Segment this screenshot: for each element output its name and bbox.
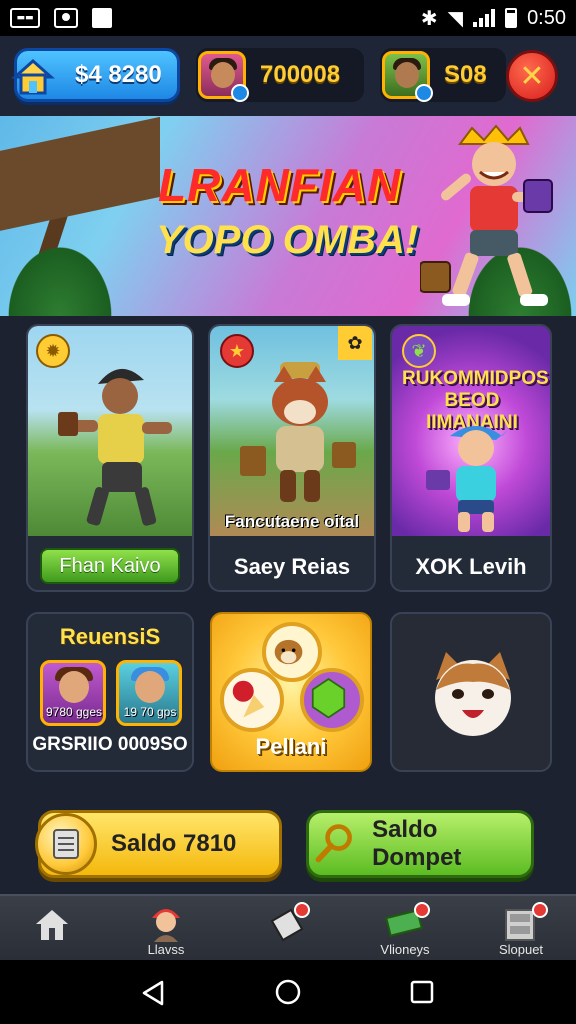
apple-cake-icon (220, 668, 284, 732)
promo-banner[interactable]: LRANFIAN YOPO OMBA! (0, 116, 576, 316)
recents-icon[interactable] (410, 980, 434, 1004)
card-title: XOK Levih (415, 554, 527, 579)
saldo-dompet-button[interactable]: Saldo Dompet (306, 810, 534, 878)
home-icon (36, 910, 68, 940)
top-hud: $4 8280 700008 S08 (0, 36, 576, 116)
notification-badge (414, 902, 430, 918)
saldo-dompet-label: Saldo Dompet (372, 816, 462, 871)
wifi-icon: ◥ (447, 7, 464, 30)
house-coin-icon (11, 58, 55, 95)
home-circle-icon[interactable] (274, 978, 302, 1006)
status-bar: ▬▬ ✱ ◥ 0:50 (0, 0, 576, 36)
player-avatar-icon (152, 909, 180, 942)
nav-tickets[interactable] (256, 896, 320, 962)
battery-icon (505, 8, 518, 28)
close-icon: ✕ (519, 58, 545, 94)
leaf-badge-icon: ❦ (402, 334, 436, 368)
game-card-saey[interactable]: ★ ✿ Fancutaene oital Saey Reias (208, 324, 376, 592)
pellani-card[interactable]: Pellani (210, 612, 372, 772)
rewards-score: GRSRIIO 0009SO (32, 734, 188, 755)
cat-card[interactable] (390, 612, 552, 772)
system-navigation-bar (0, 960, 576, 1024)
hut-roof (0, 116, 160, 236)
gem-icon (300, 668, 364, 732)
nav-label: Slopuet (498, 942, 544, 957)
reward-mini-card[interactable]: 19 70 gps (116, 660, 182, 726)
rewards-title: ReuensiS (59, 624, 161, 649)
game-card-fhan[interactable]: ✹ Fhan Kaivo (26, 324, 194, 592)
reward-mini-label: 19 70 gps (123, 705, 177, 719)
kid-character-icon (426, 426, 508, 532)
fox-character-icon (240, 362, 356, 502)
rewards-card[interactable]: ReuensiS 9780 gges 19 70 gps GRSRIIO 000… (26, 612, 194, 772)
player2-avatar[interactable] (198, 51, 249, 102)
clock: 0:50 (527, 6, 566, 29)
bluetooth-icon: ✱ (420, 7, 438, 30)
player3-avatar[interactable] (382, 51, 433, 102)
close-button[interactable]: ✕ (506, 50, 558, 102)
saldo-button[interactable]: Saldo 7810 (35, 810, 282, 878)
paw-badge-icon: ✿ (338, 326, 372, 360)
nav-shop[interactable]: Slopuet (488, 896, 554, 962)
news-icon: ▬▬ (10, 8, 40, 28)
hero-character-icon (420, 124, 553, 306)
card-overlay-text: Fancutaene oital (224, 512, 360, 531)
palm-tree (0, 236, 120, 316)
signal-icon (473, 9, 496, 27)
notification-badge (294, 902, 310, 918)
player3-score[interactable]: S08 (380, 48, 506, 102)
bluetooth-badge-icon (231, 84, 249, 102)
nav-label: Llavss (147, 942, 185, 957)
nav-players[interactable]: Llavss (134, 896, 198, 962)
nav-money[interactable]: Vlioneys (370, 896, 440, 962)
cat-face-icon (435, 652, 511, 736)
notification-badge (532, 902, 548, 918)
banner-title: LRANFIAN (158, 159, 402, 211)
player2-score-value: 700008 (260, 61, 341, 88)
bottom-navigation: Llavss Vlioneys Slopuet (0, 894, 576, 960)
coin-balance[interactable]: $4 8280 (11, 48, 180, 102)
camera-icon (54, 8, 78, 28)
warrior-character-icon (58, 368, 172, 526)
nav-label: Vlioneys (380, 942, 430, 957)
notes-icon (92, 8, 112, 28)
magnifier-key-icon (303, 813, 364, 875)
card-title: Saey Reias (233, 554, 351, 579)
play-fhan-button[interactable]: Fhan Kaivo (40, 548, 180, 584)
nav-home[interactable] (20, 896, 84, 962)
back-icon[interactable] (142, 980, 166, 1006)
player2-score[interactable]: 700008 (196, 48, 364, 102)
player3-score-value: S08 (444, 61, 487, 88)
reward-mini-card[interactable]: 9780 gges (40, 660, 106, 726)
game-card-xok[interactable]: ❦ RUKOMMIDPOSI BEOD IIMANAINI XOK Levih (390, 324, 552, 592)
saldo-label: Saldo 7810 (111, 830, 237, 857)
bluetooth-badge-icon (415, 84, 433, 102)
coin-value: $4 8280 (75, 61, 162, 88)
wallet-icon (35, 813, 97, 875)
banner-subtitle: YOPO OMBA! (156, 218, 419, 262)
reward-mini-label: 9780 gges (45, 705, 103, 719)
pellani-label: Pellani (255, 734, 327, 759)
